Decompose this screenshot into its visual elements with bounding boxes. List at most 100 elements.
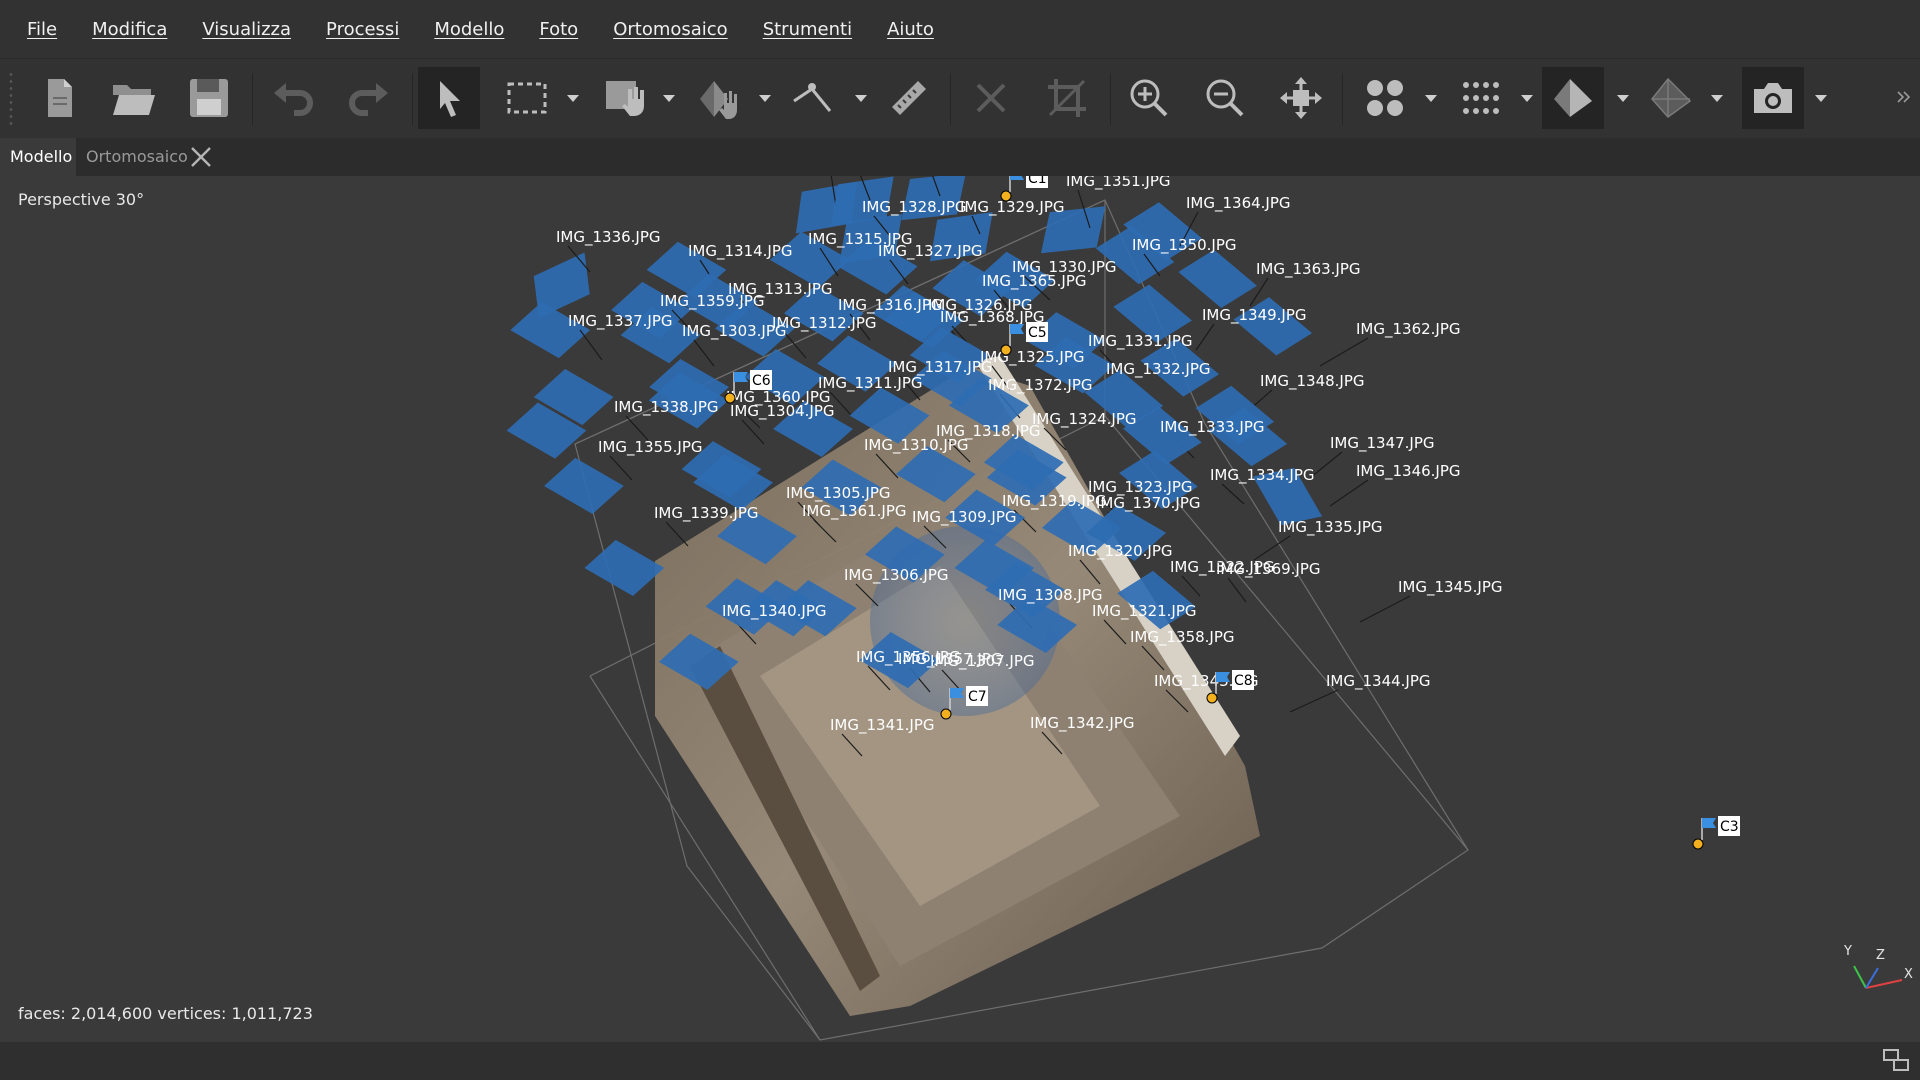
rotate-object-button[interactable]	[688, 67, 750, 129]
camera-label[interactable]: IMG_1339.JPG	[654, 504, 759, 523]
camera-label[interactable]: IMG_1314.JPG	[688, 242, 793, 261]
model-wireframe-button[interactable]	[1640, 67, 1702, 129]
camera-label[interactable]: IMG_1306.JPG	[844, 566, 949, 585]
camera-label[interactable]: IMG_1351.JPG	[1066, 176, 1171, 191]
camera-label[interactable]: IMG_1334.JPG	[1210, 466, 1315, 485]
camera-label[interactable]: IMG_1338.JPG	[614, 398, 719, 417]
model-viewport[interactable]: IMG_1353.JPGIMG_1354.JPGIMG_1352.JPGIMG_…	[0, 176, 1920, 1042]
camera-label[interactable]: IMG_1316.JPG	[838, 296, 943, 315]
chevron-down-icon[interactable]	[1616, 91, 1630, 105]
camera-label[interactable]: IMG_1364.JPG	[1186, 194, 1291, 213]
camera-label[interactable]: IMG_1305.JPG	[786, 484, 891, 503]
camera-label[interactable]: IMG_1344.JPG	[1326, 672, 1431, 691]
model-solid-button[interactable]	[1542, 67, 1604, 129]
camera-label[interactable]: IMG_1370.JPG	[1096, 494, 1201, 513]
camera-label[interactable]: IMG_1362.JPG	[1356, 320, 1461, 339]
camera-label[interactable]: IMG_1304.JPG	[730, 402, 835, 421]
camera-label[interactable]: IMG_1346.JPG	[1356, 462, 1461, 481]
tab-ortho[interactable]: Ortomosaico	[76, 138, 198, 176]
tab-model[interactable]: Modello	[0, 138, 76, 176]
camera-label[interactable]: IMG_1369.JPG	[1216, 560, 1321, 579]
navigation-tool-button[interactable]	[594, 67, 656, 129]
camera-label[interactable]: IMG_1372.JPG	[988, 376, 1093, 395]
delete-button[interactable]	[960, 67, 1022, 129]
camera-plane[interactable]	[1178, 249, 1257, 308]
save-button[interactable]	[178, 67, 240, 129]
chevron-down-icon[interactable]	[758, 91, 772, 105]
menu-tools[interactable]: Strumenti	[763, 19, 852, 40]
menu-file[interactable]: File	[27, 19, 57, 40]
camera-label[interactable]: IMG_1345.JPG	[1398, 578, 1503, 597]
zoom-out-button[interactable]	[1194, 67, 1256, 129]
camera-label[interactable]: IMG_1359.JPG	[660, 292, 765, 311]
camera-label[interactable]: IMG_1310.JPG	[864, 436, 969, 455]
scene-3d[interactable]: IMG_1353.JPGIMG_1354.JPGIMG_1352.JPGIMG_…	[0, 176, 1920, 1042]
camera-label[interactable]: IMG_1328.JPG	[862, 198, 967, 217]
camera-label[interactable]: IMG_1348.JPG	[1260, 372, 1365, 391]
camera-label[interactable]: IMG_1341.JPG	[830, 716, 935, 735]
new-document-button[interactable]	[28, 67, 90, 129]
rectangle-selection-button[interactable]	[496, 67, 558, 129]
undo-button[interactable]	[262, 67, 324, 129]
camera-plane[interactable]	[584, 539, 665, 597]
menu-model[interactable]: Modello	[434, 19, 504, 40]
camera-label[interactable]: IMG_1355.JPG	[598, 438, 703, 457]
camera-label[interactable]: IMG_1303.JPG	[682, 322, 787, 341]
camera-label[interactable]: IMG_1320.JPG	[1068, 542, 1173, 561]
camera-plane[interactable]	[510, 302, 591, 359]
menu-edit[interactable]: Modifica	[92, 19, 167, 40]
camera-label[interactable]: IMG_1324.JPG	[1032, 410, 1137, 429]
capture-view-button[interactable]	[1742, 67, 1804, 129]
camera-label[interactable]: IMG_1333.JPG	[1160, 418, 1265, 437]
camera-label[interactable]: IMG_1331.JPG	[1088, 332, 1193, 351]
camera-label[interactable]: IMG_1311.JPG	[818, 374, 923, 393]
camera-plane[interactable]	[544, 457, 624, 514]
chevron-down-icon[interactable]	[662, 91, 676, 105]
more-icon[interactable]	[1896, 89, 1912, 105]
camera-label[interactable]: IMG_1312.JPG	[772, 314, 877, 333]
chevron-down-icon[interactable]	[566, 91, 580, 105]
camera-label[interactable]: IMG_1358.JPG	[1130, 628, 1235, 647]
camera-label[interactable]: IMG_1349.JPG	[1202, 306, 1307, 325]
camera-label[interactable]: IMG_1340.JPG	[722, 602, 827, 621]
menu-view[interactable]: Visualizza	[202, 19, 291, 40]
camera-label[interactable]: IMG_1308.JPG	[998, 586, 1103, 605]
menu-ortho[interactable]: Ortomosaico	[613, 19, 728, 40]
camera-label[interactable]: IMG_1365.JPG	[982, 272, 1087, 291]
zoom-in-button[interactable]	[1118, 67, 1180, 129]
camera-label[interactable]: IMG_1342.JPG	[1030, 714, 1135, 733]
chevron-down-icon[interactable]	[1424, 91, 1438, 105]
camera-label[interactable]: IMG_1307.JPG	[930, 652, 1035, 671]
marker-c3[interactable]: C3	[1692, 816, 1740, 850]
camera-label[interactable]: IMG_1363.JPG	[1256, 260, 1361, 279]
camera-label[interactable]: IMG_1309.JPG	[912, 508, 1017, 527]
camera-label[interactable]: IMG_1327.JPG	[878, 242, 983, 261]
close-icon[interactable]	[188, 144, 214, 170]
camera-label[interactable]: IMG_1335.JPG	[1278, 518, 1383, 537]
camera-label[interactable]: IMG_1321.JPG	[1092, 602, 1197, 621]
open-button[interactable]	[102, 67, 164, 129]
menu-photo[interactable]: Foto	[539, 19, 578, 40]
menu-help[interactable]: Aiuto	[887, 19, 934, 40]
camera-label[interactable]: IMG_1329.JPG	[960, 198, 1065, 217]
camera-label[interactable]: IMG_1347.JPG	[1330, 434, 1435, 453]
camera-label[interactable]: IMG_1325.JPG	[980, 348, 1085, 367]
chevron-down-icon[interactable]	[1710, 91, 1724, 105]
camera-label[interactable]: IMG_1361.JPG	[802, 502, 907, 521]
crop-button[interactable]	[1036, 67, 1098, 129]
chevron-down-icon[interactable]	[1814, 91, 1828, 105]
redo-button[interactable]	[338, 67, 400, 129]
camera-label[interactable]: IMG_1336.JPG	[556, 228, 661, 247]
show-cameras-button[interactable]	[1354, 67, 1416, 129]
network-status-icon[interactable]	[1882, 1048, 1910, 1074]
toolbar-grip[interactable]	[8, 71, 14, 125]
chevron-down-icon[interactable]	[854, 91, 868, 105]
camera-label[interactable]: IMG_1350.JPG	[1132, 236, 1237, 255]
show-points-button[interactable]	[1450, 67, 1512, 129]
reset-view-button[interactable]	[1270, 67, 1332, 129]
camera-label[interactable]: IMG_1319.JPG	[1002, 492, 1107, 511]
menu-workflow[interactable]: Processi	[326, 19, 399, 40]
chevron-down-icon[interactable]	[1520, 91, 1534, 105]
ruler-button[interactable]	[878, 67, 940, 129]
ruler-line-button[interactable]	[782, 67, 844, 129]
